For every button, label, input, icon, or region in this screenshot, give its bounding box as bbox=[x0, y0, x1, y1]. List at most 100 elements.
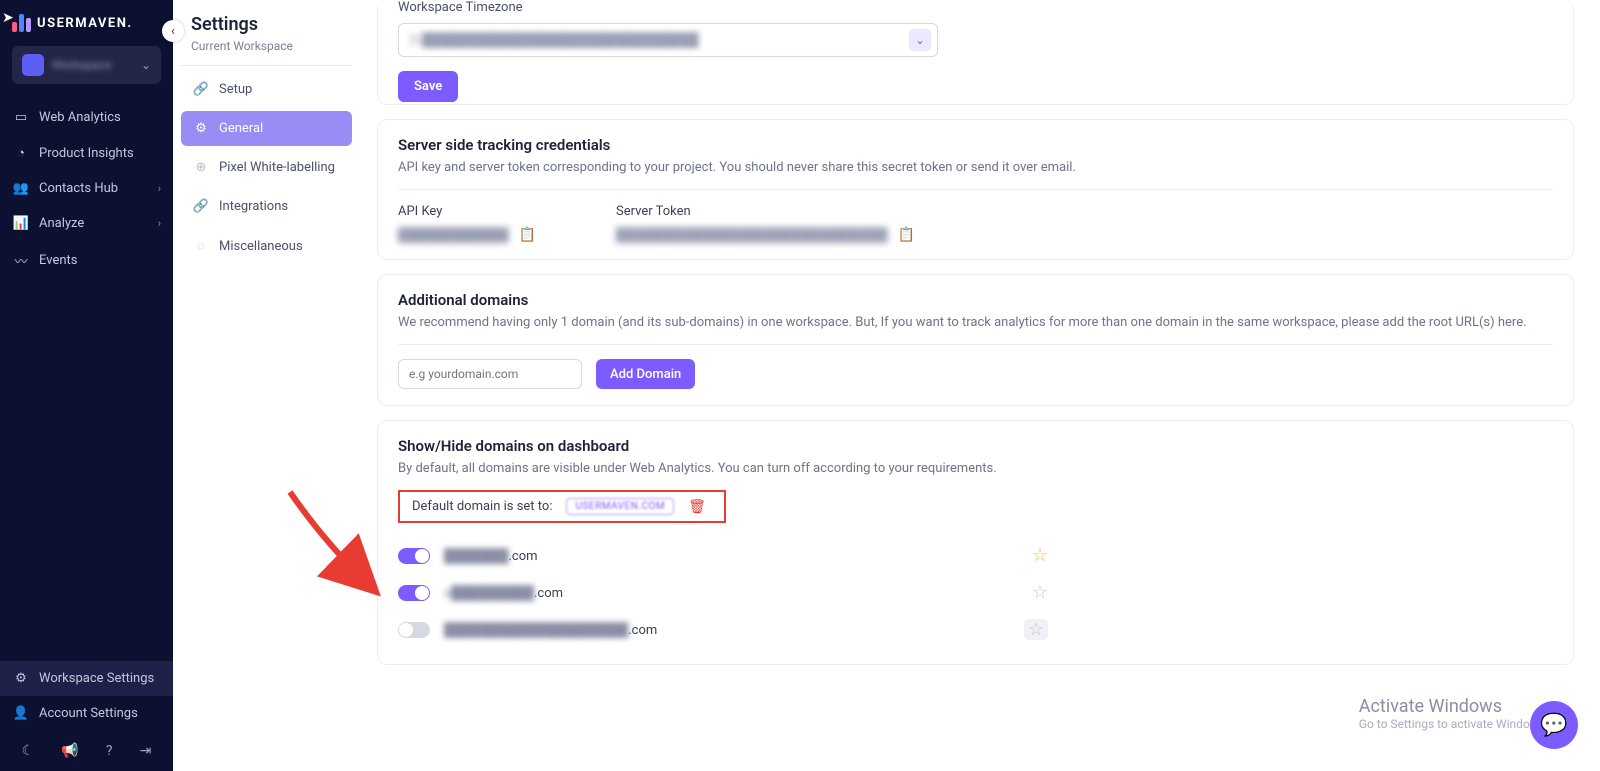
chevron-right-icon: › bbox=[158, 217, 161, 230]
additional-domains-title: Additional domains bbox=[398, 291, 1553, 309]
bottom-icon-bar: ☾ 📢 ? ⇥ bbox=[0, 731, 173, 771]
nav-label: Account Settings bbox=[39, 706, 138, 721]
nav-product-insights[interactable]: ◔ Product Insights bbox=[0, 135, 173, 171]
add-domain-button[interactable]: Add Domain bbox=[596, 359, 695, 389]
additional-domains-card: Additional domains We recommend having o… bbox=[377, 274, 1574, 406]
server-token-label: Server Token bbox=[616, 204, 915, 219]
activate-subtitle: Go to Settings to activate Windows bbox=[1359, 717, 1545, 731]
moon-icon[interactable]: ☾ bbox=[22, 743, 35, 759]
link-icon: 🔗 bbox=[193, 82, 209, 97]
star-icon[interactable]: ☆ bbox=[1032, 545, 1048, 566]
default-domain-label: Default domain is set to: bbox=[412, 499, 552, 514]
server-tracking-card: Server side tracking credentials API key… bbox=[377, 119, 1574, 260]
logout-icon[interactable]: ⇥ bbox=[140, 743, 152, 759]
activity-icon: 〰 bbox=[13, 251, 29, 270]
pie-icon: ◔ bbox=[13, 145, 29, 161]
help-icon[interactable]: ? bbox=[106, 743, 113, 759]
settings-title: Settings bbox=[181, 14, 352, 35]
nav-label: Product Insights bbox=[39, 146, 134, 161]
chevron-down-icon: ⌄ bbox=[141, 58, 151, 72]
copy-icon[interactable]: 📋 bbox=[519, 227, 536, 243]
server-tracking-title: Server side tracking credentials bbox=[398, 136, 1553, 154]
nav-events[interactable]: 〰 Events bbox=[0, 241, 173, 280]
nav-account-settings[interactable]: 👤 Account Settings bbox=[0, 696, 173, 731]
gear-icon: ⚙ bbox=[13, 671, 29, 686]
settings-item-setup[interactable]: 🔗 Setup bbox=[181, 72, 352, 107]
settings-panel: Settings Current Workspace 🔗 Setup ⚙ Gener… bbox=[173, 0, 360, 771]
user-gear-icon: 👤 bbox=[13, 706, 29, 721]
save-button[interactable]: Save bbox=[398, 71, 458, 102]
domain-row: a█████████.com ☆ bbox=[398, 574, 1058, 611]
timezone-value: (G██████████████████████████████ bbox=[409, 32, 909, 48]
chevron-down-icon: ⌄ bbox=[909, 29, 931, 51]
brand-name: USERMAVEN. bbox=[37, 16, 133, 31]
workspace-name: Workspace bbox=[52, 58, 133, 72]
timezone-select[interactable]: (G██████████████████████████████ ⌄ bbox=[398, 23, 938, 57]
globe-icon: ⊕ bbox=[193, 160, 209, 175]
settings-subtitle: Current Workspace bbox=[181, 35, 352, 66]
server-token-block: Server Token ███████████████████████████… bbox=[616, 204, 915, 243]
settings-item-integrations[interactable]: 🔗 Integrations bbox=[181, 189, 352, 224]
nav-analyze[interactable]: 📊 Analyze › bbox=[0, 206, 173, 241]
settings-item-label: General bbox=[219, 121, 263, 136]
users-icon: 👥 bbox=[13, 181, 29, 196]
settings-item-label: Pixel White-labelling bbox=[219, 160, 335, 175]
settings-item-general[interactable]: ⚙ General bbox=[181, 111, 352, 146]
timezone-label: Workspace Timezone bbox=[398, 0, 1553, 15]
cursor-icon: ➤ bbox=[2, 10, 14, 26]
chat-icon: 💬 bbox=[1540, 713, 1567, 738]
domain-row: ███████.com ☆ bbox=[398, 537, 1058, 574]
api-key-value: ████████████ bbox=[398, 227, 509, 243]
domain-text: ███████.com bbox=[444, 548, 538, 564]
nav-label: Contacts Hub bbox=[39, 181, 118, 196]
chevron-right-icon: › bbox=[158, 182, 161, 195]
workspace-selector[interactable]: Workspace ⌄ bbox=[12, 46, 161, 84]
star-icon[interactable]: ☆ bbox=[1032, 582, 1048, 603]
nav-contacts-hub[interactable]: 👥 Contacts Hub › bbox=[0, 171, 173, 206]
workspace-avatar-icon bbox=[22, 54, 44, 76]
logo-bars-icon bbox=[12, 14, 31, 32]
activate-windows-overlay: Activate Windows Go to Settings to activ… bbox=[1359, 696, 1545, 731]
settings-item-label: Setup bbox=[219, 82, 252, 97]
megaphone-icon[interactable]: 📢 bbox=[61, 743, 78, 759]
nav-label: Events bbox=[39, 253, 77, 268]
domain-toggle[interactable] bbox=[398, 622, 430, 638]
domain-row: ████████████████████.com ☆ bbox=[398, 611, 1058, 648]
copy-icon[interactable]: 📋 bbox=[898, 227, 915, 243]
nav-web-analytics[interactable]: ▭ Web Analytics bbox=[0, 100, 173, 135]
chart-icon: 📊 bbox=[13, 216, 29, 231]
chat-button[interactable]: 💬 bbox=[1530, 701, 1578, 749]
additional-domains-desc: We recommend having only 1 domain (and i… bbox=[398, 315, 1553, 330]
nav-workspace-settings[interactable]: ⚙Workspace Settings bbox=[0, 661, 173, 696]
main-sidebar: ➤ USERMAVEN. Workspace ⌄ ▭ Web Analytics … bbox=[0, 0, 173, 771]
gear-icon: ⚙ bbox=[193, 121, 209, 136]
domain-toggle[interactable] bbox=[398, 548, 430, 564]
domain-toggle[interactable] bbox=[398, 585, 430, 601]
monitor-icon: ▭ bbox=[13, 110, 29, 125]
show-hide-desc: By default, all domains are visible unde… bbox=[398, 461, 1553, 476]
nav-list: ▭ Web Analytics ◔ Product Insights 👥 Contac… bbox=[0, 94, 173, 661]
dashed-circle-icon: ◌ bbox=[193, 238, 209, 254]
main-content: Workspace Timezone (G███████████████████… bbox=[377, 0, 1600, 771]
server-tracking-desc: API key and server token corresponding t… bbox=[398, 160, 1553, 175]
settings-item-misc[interactable]: ◌ Miscellaneous bbox=[181, 228, 352, 264]
default-domain-badge[interactable]: USERMAVEN.COM bbox=[566, 498, 674, 515]
link-icon: 🔗 bbox=[193, 199, 209, 214]
brand-logo[interactable]: USERMAVEN. bbox=[0, 0, 173, 46]
trash-icon[interactable]: 🗑 bbox=[688, 499, 706, 515]
star-icon[interactable]: ☆ bbox=[1024, 619, 1048, 640]
nav-label: Web Analytics bbox=[39, 110, 121, 125]
settings-item-label: Integrations bbox=[219, 199, 288, 214]
domain-input[interactable] bbox=[398, 359, 582, 389]
settings-item-label: Miscellaneous bbox=[219, 239, 303, 254]
settings-item-pixel[interactable]: ⊕ Pixel White-labelling bbox=[181, 150, 352, 185]
nav-label: Analyze bbox=[39, 216, 84, 231]
default-domain-box: Default domain is set to: USERMAVEN.COM … bbox=[398, 490, 726, 523]
timezone-card: Workspace Timezone (G███████████████████… bbox=[377, 0, 1574, 105]
api-key-block: API Key ████████████ 📋 bbox=[398, 204, 536, 243]
show-hide-title: Show/Hide domains on dashboard bbox=[398, 437, 1553, 455]
domain-text: ████████████████████.com bbox=[444, 622, 657, 638]
server-token-value: ████████████████████████████ bbox=[616, 227, 888, 243]
credentials-row: API Key ████████████ 📋 Server Token ████… bbox=[398, 189, 1553, 243]
activate-title: Activate Windows bbox=[1359, 696, 1545, 717]
